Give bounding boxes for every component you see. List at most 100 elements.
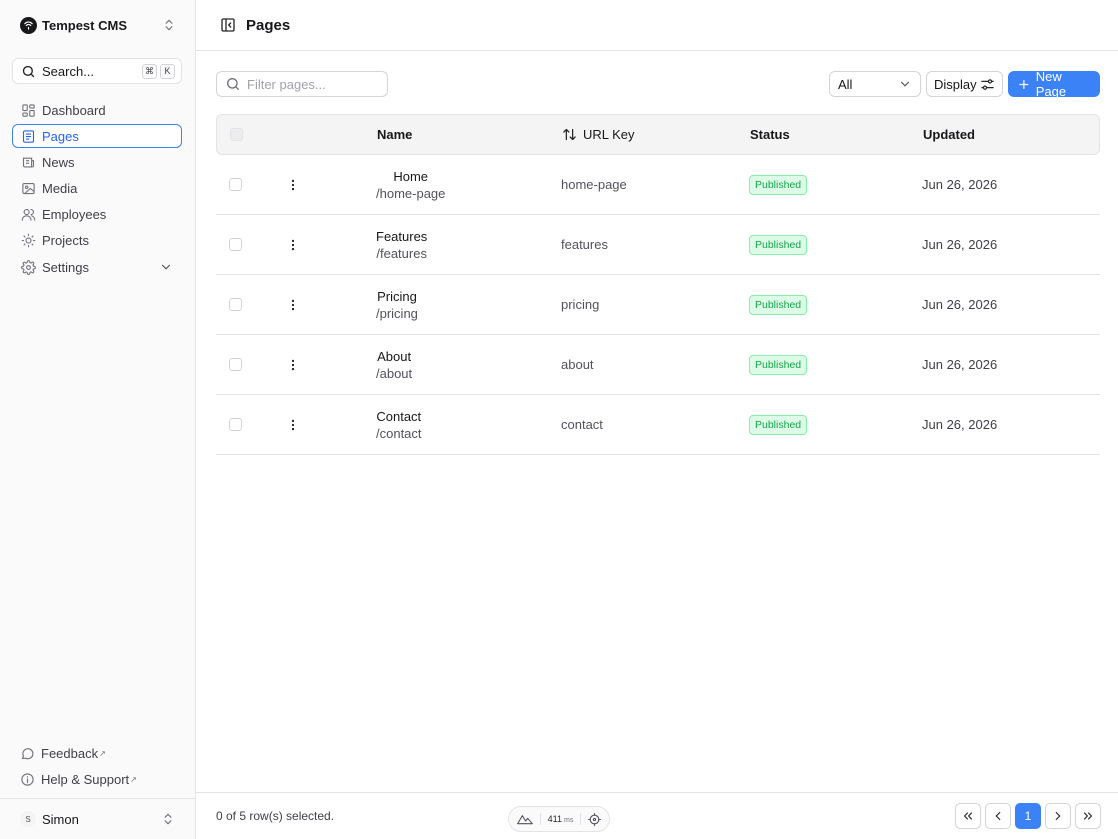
sidebar-item-pages[interactable]: Pages <box>12 124 182 149</box>
row-checkbox[interactable] <box>229 358 242 371</box>
sidebar-item-news[interactable]: News <box>12 150 182 174</box>
column-header-name[interactable]: Name <box>377 127 412 142</box>
sidebar-footer-links: Feedback ↗ Help & Support ↗ <box>12 741 182 793</box>
sidebar-item-label: Dashboard <box>42 102 106 118</box>
status-badge: Published <box>749 294 808 315</box>
column-header-updated[interactable]: Updated <box>923 127 975 142</box>
dashboard-icon <box>22 103 35 117</box>
column-header-url-key[interactable]: URL Key <box>562 115 635 154</box>
new-page-button[interactable]: New Page <box>1008 69 1100 99</box>
url-key: contact <box>561 417 603 432</box>
external-link-icon: ↗ <box>130 774 137 784</box>
status-badge: Published <box>749 174 808 195</box>
perf-readout: 411 ms <box>548 814 574 824</box>
column-header-label: URL Key <box>583 127 635 142</box>
status-select[interactable]: All <box>829 71 921 97</box>
sidebar-item-dashboard[interactable]: Dashboard <box>12 98 182 122</box>
select-all-checkbox[interactable] <box>230 128 243 141</box>
help-support-link[interactable]: Help & Support ↗ <box>12 767 182 791</box>
info-icon <box>21 772 34 786</box>
perf-unit: ms <box>563 817 574 824</box>
first-page-button[interactable] <box>955 803 981 829</box>
table-header: Name URL Key Status Updated <box>216 114 1100 155</box>
workspace-switcher[interactable]: Tempest CMS <box>12 12 184 38</box>
pagination: 1 <box>955 803 1105 829</box>
more-vertical-icon[interactable] <box>286 178 300 192</box>
chevron-up-down-icon <box>165 19 173 31</box>
column-header-status[interactable]: Status <box>750 127 790 142</box>
table-row[interactable]: About /about about Published Jun 26, 202… <box>216 335 1100 395</box>
user-menu[interactable]: S Simon <box>0 798 195 839</box>
sidebar-item-employees[interactable]: Employees <box>12 203 182 227</box>
perf-value: 411 <box>547 814 562 824</box>
sidebar-item-label: Employees <box>42 207 107 223</box>
chevrons-right-icon <box>1083 812 1093 820</box>
chevron-left-icon <box>995 811 1001 821</box>
display-button[interactable]: Display <box>926 71 1003 97</box>
page-path: /features <box>376 245 427 261</box>
search-button[interactable]: Search... ⌘ K <box>12 58 182 84</box>
updated-date: Jun 26, 2026 <box>922 417 998 432</box>
sidebar-item-label: Settings <box>42 259 89 275</box>
table-row[interactable]: Home /home-page home-page Published Jun … <box>216 155 1100 215</box>
table-row[interactable]: Features /features features Published Ju… <box>216 215 1100 275</box>
page-name[interactable]: About <box>377 349 411 364</box>
row-checkbox[interactable] <box>229 238 242 251</box>
sidebar-item-projects[interactable]: Projects <box>12 229 182 253</box>
gear-icon <box>21 259 36 275</box>
selection-count: 0 of 5 row(s) selected. <box>216 809 335 823</box>
page-name[interactable]: Pricing <box>377 289 417 304</box>
help-support-label: Help & Support <box>41 771 130 787</box>
status-badge: Published <box>749 234 808 255</box>
url-key: features <box>561 237 608 252</box>
updated-date: Jun 26, 2026 <box>922 177 998 192</box>
users-icon <box>21 209 36 221</box>
last-page-button[interactable] <box>1075 803 1101 829</box>
new-page-label: New Page <box>1035 69 1067 99</box>
mountains-icon[interactable] <box>517 813 533 825</box>
sidebar-toggle-icon[interactable] <box>220 17 236 33</box>
pages-table: Name URL Key Status Updated Home /home-p… <box>216 114 1100 455</box>
sidebar-item-settings[interactable]: Settings <box>12 255 182 279</box>
tempest-logo-icon <box>20 16 37 34</box>
page-button-current[interactable]: 1 <box>1015 803 1041 829</box>
page-path: /home-page <box>376 185 446 201</box>
feedback-label: Feedback <box>41 745 99 761</box>
filter-input[interactable] <box>247 76 377 92</box>
status-badge: Published <box>749 414 808 435</box>
more-vertical-icon[interactable] <box>286 298 300 312</box>
display-label: Display <box>934 76 977 92</box>
row-checkbox[interactable] <box>229 298 242 311</box>
url-key: pricing <box>561 297 600 312</box>
news-icon <box>22 157 35 168</box>
kbd-k: K <box>160 63 175 79</box>
chevron-down-icon <box>900 81 910 87</box>
chevrons-left-icon <box>963 812 973 820</box>
previous-page-button[interactable] <box>985 803 1011 829</box>
chevron-right-icon <box>1055 811 1061 821</box>
more-vertical-icon[interactable] <box>286 358 300 372</box>
updated-date: Jun 26, 2026 <box>922 357 998 372</box>
sidebar-item-label: News <box>42 154 75 170</box>
row-checkbox[interactable] <box>229 178 242 191</box>
more-vertical-icon[interactable] <box>286 238 300 252</box>
feedback-link[interactable]: Feedback ↗ <box>12 741 182 765</box>
crosshair-icon[interactable] <box>587 812 601 826</box>
page-name[interactable]: Home <box>393 169 428 184</box>
url-key: home-page <box>561 177 627 192</box>
sidebar-item-media[interactable]: Media <box>12 177 182 201</box>
sort-icon <box>563 128 576 141</box>
filter-field[interactable] <box>216 71 388 97</box>
table-row[interactable]: Pricing /pricing pricing Published Jun 2… <box>216 275 1100 335</box>
perf-indicator: 411 ms <box>508 806 610 832</box>
table-footer: 0 of 5 row(s) selected. 411 ms 1 <box>196 792 1118 839</box>
table-row[interactable]: Contact /contact contact Published Jun 2… <box>216 395 1100 455</box>
page-path: /contact <box>376 425 422 441</box>
more-vertical-icon[interactable] <box>286 418 300 432</box>
pages-icon <box>22 130 35 143</box>
row-checkbox[interactable] <box>229 418 242 431</box>
next-page-button[interactable] <box>1045 803 1071 829</box>
page-title: Pages <box>246 16 291 34</box>
page-name[interactable]: Features <box>376 229 427 244</box>
page-name[interactable]: Contact <box>376 409 421 424</box>
